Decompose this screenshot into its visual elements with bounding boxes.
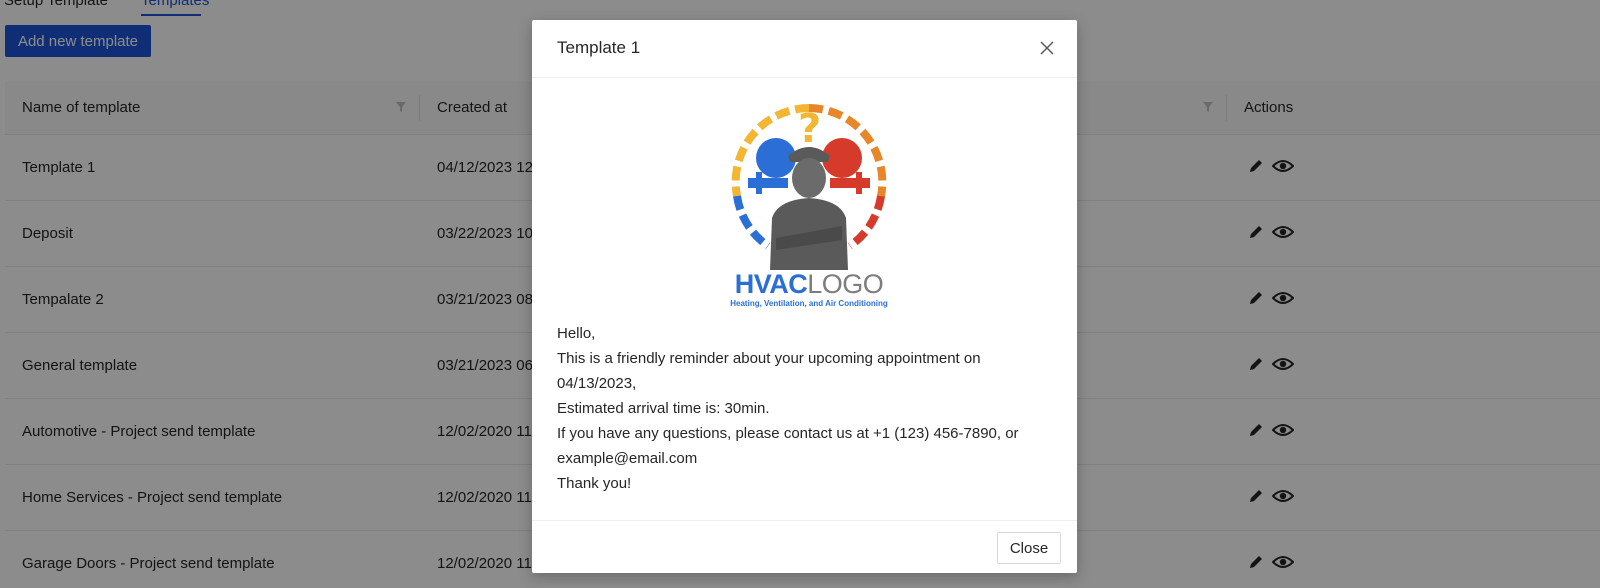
modal-header: Template 1	[532, 20, 1077, 78]
template-preview-modal: Template 1 ? HVACLOGO Heating, Ventilati…	[532, 20, 1077, 573]
close-button[interactable]: Close	[997, 532, 1061, 564]
modal-title: Template 1	[557, 38, 641, 57]
svg-text:?: ?	[798, 106, 821, 152]
message-line: Hello,	[557, 325, 596, 342]
hvac-technician-icon: ?	[731, 104, 887, 270]
message-line: Estimated arrival time is: 30min.	[557, 400, 770, 417]
hvac-logo: ? HVACLOGO Heating, Ventilation, and Air…	[728, 100, 890, 310]
close-icon[interactable]	[1037, 38, 1057, 58]
message-line: If you have any questions, please contac…	[557, 425, 1019, 467]
email-message: Hello, This is a friendly reminder about…	[557, 321, 1027, 496]
logo-wordmark: HVACLOGO Heating, Ventilation, and Air C…	[730, 269, 888, 308]
modal-footer: Close	[532, 520, 1077, 573]
message-line: This is a friendly reminder about your u…	[557, 350, 981, 392]
message-line: Thank you!	[557, 475, 632, 492]
